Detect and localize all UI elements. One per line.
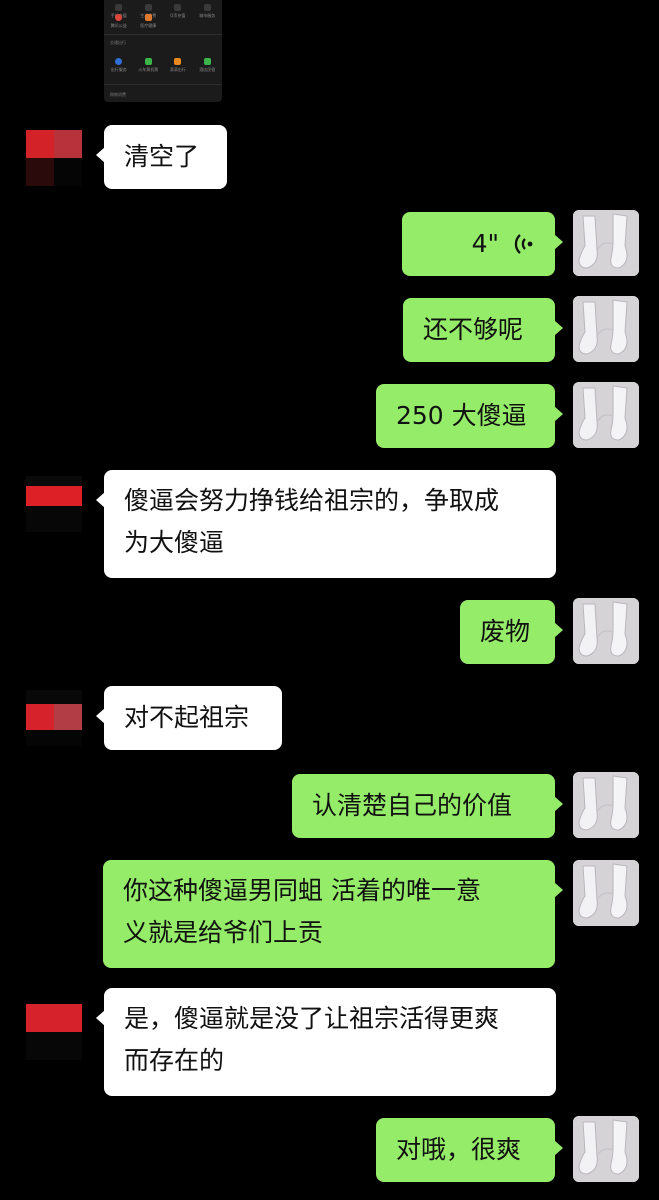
- medical-icon: [144, 14, 152, 21]
- my-avatar[interactable]: [573, 598, 639, 664]
- service-label: 医疗健康: [140, 23, 157, 28]
- section-label: 交通出行: [110, 40, 126, 45]
- shared-image-card[interactable]: 手机充值 生活缴费 Q币充值 城市服务 腾讯公益 医疗健康 交通出行 出行服务 …: [104, 0, 222, 102]
- my-avatar[interactable]: [573, 296, 639, 362]
- contact-avatar[interactable]: [26, 130, 82, 186]
- message-bubble-incoming[interactable]: 傻逼会努力挣钱给祖宗的，争取成 为大傻逼: [96, 470, 556, 578]
- my-avatar[interactable]: [573, 382, 639, 448]
- service-row-2: 腾讯公益 医疗健康: [104, 14, 222, 28]
- section-label: 购物消费: [110, 92, 126, 97]
- taxi-icon: [174, 58, 182, 65]
- service-label: 火车票机票: [138, 67, 159, 72]
- socks-photo-avatar: [573, 382, 639, 448]
- travel-icon: [115, 58, 123, 65]
- divider: [104, 34, 222, 35]
- my-avatar[interactable]: [573, 1116, 639, 1182]
- message-bubble-outgoing[interactable]: 你这种傻逼男同蛆 活着的唯一意 义就是给爷们上贡: [103, 860, 563, 968]
- socks-photo-avatar: [573, 1116, 639, 1182]
- train-icon: [144, 58, 152, 65]
- message-bubble-outgoing[interactable]: 250 大傻逼: [376, 384, 563, 448]
- contact-avatar[interactable]: [26, 690, 82, 746]
- message-bubble-incoming[interactable]: 是，傻逼就是没了让祖宗活得更爽 而存在的: [96, 988, 556, 1096]
- message-bubble-incoming[interactable]: 对不起祖宗: [96, 686, 282, 750]
- socks-photo-avatar: [573, 598, 639, 664]
- socks-photo-avatar: [573, 860, 639, 926]
- charity-icon: [115, 14, 123, 21]
- voice-duration: 4": [471, 229, 499, 258]
- message-bubble-outgoing[interactable]: 对哦，很爽: [376, 1118, 563, 1182]
- service-label: 滴滴出行: [169, 67, 186, 72]
- voice-message-bubble[interactable]: 4": [402, 212, 563, 276]
- contact-avatar[interactable]: [26, 476, 82, 532]
- socks-photo-avatar: [573, 296, 639, 362]
- service-label: 酒店民宿: [199, 67, 216, 72]
- service-label: 腾讯公益: [110, 23, 127, 28]
- socks-photo-avatar: [573, 210, 639, 276]
- message-bubble-outgoing[interactable]: 废物: [460, 600, 563, 664]
- my-avatar[interactable]: [573, 772, 639, 838]
- message-bubble-incoming[interactable]: 清空了: [96, 125, 227, 189]
- divider: [104, 84, 222, 85]
- socks-photo-avatar: [573, 772, 639, 838]
- service-row-3: 出行服务 火车票机票 滴滴出行 酒店民宿: [104, 58, 222, 72]
- service-label: 出行服务: [110, 67, 127, 72]
- my-avatar[interactable]: [573, 210, 639, 276]
- message-bubble-outgoing[interactable]: 还不够呢: [403, 298, 563, 362]
- message-bubble-outgoing[interactable]: 认清楚自己的价值: [292, 774, 563, 838]
- voice-wave-icon: [513, 231, 535, 257]
- my-avatar[interactable]: [573, 860, 639, 926]
- contact-avatar[interactable]: [26, 1004, 82, 1060]
- hotel-icon: [203, 58, 211, 65]
